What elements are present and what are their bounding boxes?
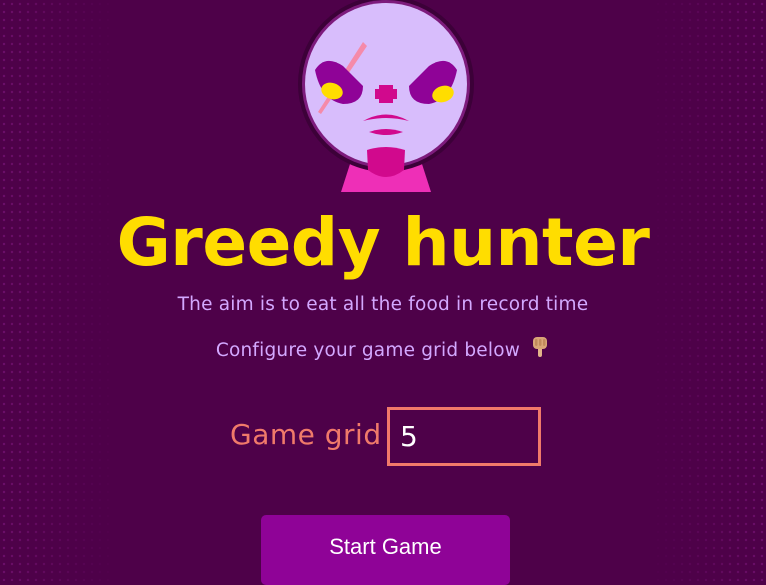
game-grid-label: Game grid: [230, 418, 382, 451]
game-grid-input[interactable]: [387, 407, 541, 466]
game-title: Greedy hunter: [116, 204, 650, 281]
start-game-button[interactable]: Start Game: [261, 515, 510, 585]
dot-pattern-left: [0, 0, 120, 581]
configure-instruction: Configure your game grid below: [0, 336, 766, 363]
dot-pattern-right: [646, 0, 766, 581]
pointing-down-hand-icon: [530, 336, 550, 363]
configure-text: Configure your game grid below: [215, 340, 521, 361]
mascot-face-icon: [298, 0, 474, 192]
aim-description: The aim is to eat all the food in record…: [177, 294, 589, 315]
